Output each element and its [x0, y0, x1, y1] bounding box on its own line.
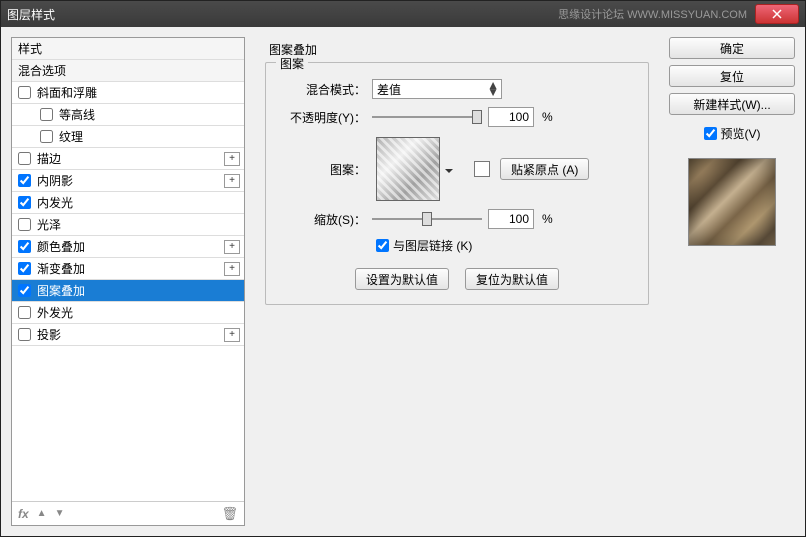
style-checkbox[interactable]: [18, 284, 31, 297]
style-item-0[interactable]: 斜面和浮雕: [12, 82, 244, 104]
styles-list: 样式 混合选项 斜面和浮雕等高线纹理描边 + 内阴影 + 内发光光泽颜色叠加 + 渐变叠加 +…: [11, 37, 245, 526]
titlebar[interactable]: 图层样式 思缘设计论坛 WWW.MISSYUAN.COM: [1, 1, 805, 27]
opacity-slider[interactable]: [372, 108, 482, 126]
layer-style-dialog: 图层样式 思缘设计论坛 WWW.MISSYUAN.COM 样式 混合选项 斜面和…: [0, 0, 806, 537]
style-checkbox[interactable]: [18, 196, 31, 209]
style-checkbox[interactable]: [18, 86, 31, 99]
style-label: 描边: [37, 150, 61, 167]
link-layer-checkbox[interactable]: [376, 239, 389, 252]
style-item-5[interactable]: 内发光: [12, 192, 244, 214]
pattern-picker[interactable]: [376, 137, 440, 201]
add-effect-button[interactable]: +: [224, 262, 240, 276]
watermark: 思缘设计论坛 WWW.MISSYUAN.COM: [558, 6, 747, 22]
fx-icon[interactable]: fx: [18, 507, 29, 521]
new-pattern-icon[interactable]: [474, 161, 490, 177]
blend-mode-select[interactable]: 差值 ▲▼: [372, 79, 502, 99]
style-label: 图案叠加: [37, 282, 85, 299]
snap-origin-button[interactable]: 贴紧原点 (A): [500, 158, 589, 180]
styles-header[interactable]: 样式: [12, 38, 244, 60]
style-label: 光泽: [37, 216, 61, 233]
style-label: 纹理: [59, 128, 83, 145]
add-effect-button[interactable]: +: [224, 328, 240, 342]
scale-input[interactable]: 100: [488, 209, 534, 229]
style-label: 等高线: [59, 106, 95, 123]
ok-button[interactable]: 确定: [669, 37, 795, 59]
style-checkbox[interactable]: [18, 152, 31, 165]
pattern-group-label: 图案: [276, 55, 308, 72]
style-checkbox[interactable]: [18, 328, 31, 341]
close-icon: [772, 9, 782, 19]
style-label: 颜色叠加: [37, 238, 85, 255]
style-label: 斜面和浮雕: [37, 84, 97, 101]
scale-label: 缩放(S)：: [280, 211, 366, 228]
preview-checkbox[interactable]: [704, 127, 717, 140]
select-arrows-icon: ▲▼: [487, 82, 499, 96]
style-label: 外发光: [37, 304, 73, 321]
move-up-icon[interactable]: ▲: [37, 508, 47, 519]
trash-icon[interactable]: 🗑: [221, 506, 238, 522]
styles-footer: fx ▲ ▼ 🗑: [12, 501, 244, 525]
style-checkbox[interactable]: [40, 130, 53, 143]
make-default-button[interactable]: 设置为默认值: [355, 268, 449, 290]
action-panel: 确定 复位 新建样式(W)... 预览(V): [669, 37, 795, 526]
pattern-field-label: 图案：: [280, 161, 366, 178]
style-item-11[interactable]: 投影 +: [12, 324, 244, 346]
style-item-2[interactable]: 纹理: [12, 126, 244, 148]
new-style-button[interactable]: 新建样式(W)...: [669, 93, 795, 115]
reset-button[interactable]: 复位: [669, 65, 795, 87]
preview-thumbnail: [688, 158, 776, 246]
add-effect-button[interactable]: +: [224, 152, 240, 166]
style-item-4[interactable]: 内阴影 +: [12, 170, 244, 192]
style-item-7[interactable]: 颜色叠加 +: [12, 236, 244, 258]
opacity-label: 不透明度(Y)：: [280, 109, 366, 126]
opacity-input[interactable]: 100: [488, 107, 534, 127]
style-checkbox[interactable]: [18, 218, 31, 231]
add-effect-button[interactable]: +: [224, 174, 240, 188]
panel-title: 图案叠加: [265, 41, 649, 58]
reset-default-button[interactable]: 复位为默认值: [465, 268, 559, 290]
style-label: 投影: [37, 326, 61, 343]
style-item-8[interactable]: 渐变叠加 +: [12, 258, 244, 280]
style-checkbox[interactable]: [18, 174, 31, 187]
scale-slider[interactable]: [372, 210, 482, 228]
blend-mode-label: 混合模式：: [280, 81, 366, 98]
style-item-6[interactable]: 光泽: [12, 214, 244, 236]
settings-panel: 图案叠加 图案 混合模式： 差值 ▲▼ 不透明度(Y)： 100 %: [255, 37, 659, 526]
style-item-10[interactable]: 外发光: [12, 302, 244, 324]
style-label: 渐变叠加: [37, 260, 85, 277]
add-effect-button[interactable]: +: [224, 240, 240, 254]
style-label: 内发光: [37, 194, 73, 211]
style-checkbox[interactable]: [18, 306, 31, 319]
blend-options-header[interactable]: 混合选项: [12, 60, 244, 82]
style-checkbox[interactable]: [18, 262, 31, 275]
preview-label: 预览(V): [721, 125, 761, 142]
link-layer-label: 与图层链接 (K): [393, 237, 472, 254]
window-title: 图层样式: [7, 6, 558, 23]
style-item-3[interactable]: 描边 +: [12, 148, 244, 170]
style-checkbox[interactable]: [40, 108, 53, 121]
style-item-1[interactable]: 等高线: [12, 104, 244, 126]
style-item-9[interactable]: 图案叠加: [12, 280, 244, 302]
move-down-icon[interactable]: ▼: [55, 508, 65, 519]
style-label: 内阴影: [37, 172, 73, 189]
close-button[interactable]: [755, 4, 799, 24]
dialog-body: 样式 混合选项 斜面和浮雕等高线纹理描边 + 内阴影 + 内发光光泽颜色叠加 + 渐变叠加 +…: [1, 27, 805, 536]
pattern-group: 图案 混合模式： 差值 ▲▼ 不透明度(Y)： 100 %: [265, 62, 649, 305]
style-checkbox[interactable]: [18, 240, 31, 253]
